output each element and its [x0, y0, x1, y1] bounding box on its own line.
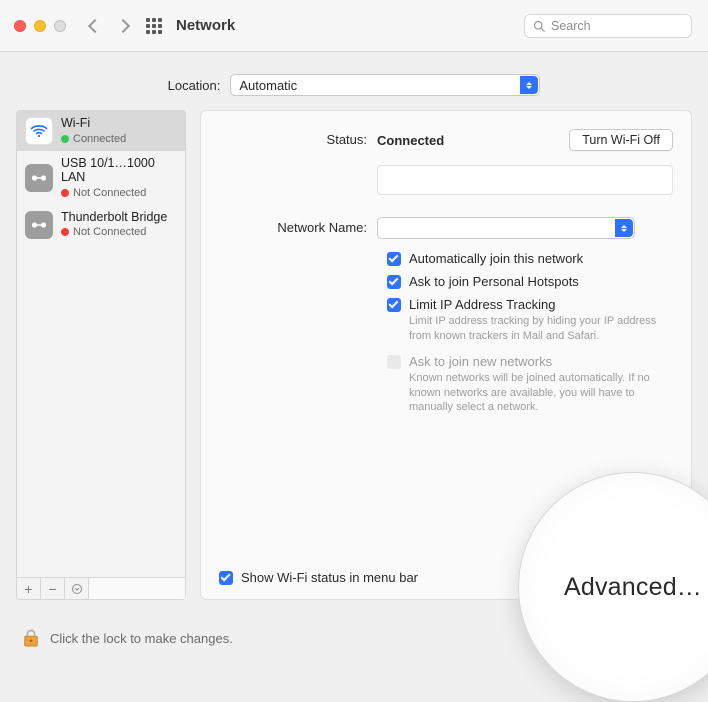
status-dot-icon: [61, 135, 69, 143]
status-label: Status:: [219, 129, 377, 147]
search-icon: [533, 20, 545, 32]
auto-join-label: Automatically join this network: [409, 251, 583, 266]
advanced-button[interactable]: Advanced…: [564, 573, 702, 602]
lock-text: Click the lock to make changes.: [50, 631, 233, 646]
limit-ip-checkbox[interactable]: [387, 298, 401, 312]
chevron-updown-icon: [520, 76, 538, 94]
status-dot-icon: [61, 228, 69, 236]
status-dot-icon: [61, 189, 69, 197]
location-select[interactable]: Automatic: [230, 74, 540, 96]
sidebar-item-label: Thunderbolt Bridge: [61, 211, 167, 225]
status-detail-box: [377, 165, 673, 195]
status-value: Connected: [377, 133, 444, 148]
back-button[interactable]: [88, 18, 102, 32]
turn-wifi-off-button[interactable]: Turn Wi-Fi Off: [569, 129, 673, 151]
location-row: Location: Automatic: [0, 52, 708, 110]
personal-hotspots-checkbox[interactable]: [387, 275, 401, 289]
zoom-window-button[interactable]: [54, 20, 66, 32]
show-status-menubar-label: Show Wi-Fi status in menu bar: [241, 570, 418, 585]
ethernet-icon: [25, 164, 53, 192]
lock-row[interactable]: Click the lock to make changes.: [22, 628, 233, 648]
show-all-icon[interactable]: [146, 18, 162, 34]
location-select-value: Automatic: [239, 78, 297, 93]
toolbar: Network Search: [0, 0, 708, 52]
sidebar-item-usb-lan[interactable]: USB 10/1…1000 LAN Not Connected: [17, 151, 185, 205]
circle-chevron-icon: [71, 583, 83, 595]
limit-ip-subtext: Limit IP address tracking by hiding your…: [219, 314, 659, 344]
sidebar-controls: + −: [16, 578, 186, 600]
sidebar-item-label: USB 10/1…1000 LAN: [61, 157, 177, 185]
nav-buttons: [90, 21, 128, 31]
search-input[interactable]: Search: [524, 14, 692, 38]
remove-interface-button[interactable]: −: [41, 578, 65, 599]
traffic-lights: [14, 20, 66, 32]
add-interface-button[interactable]: +: [17, 578, 41, 599]
ethernet-icon: [25, 211, 53, 239]
sidebar-controls-fill: [89, 578, 185, 599]
sidebar: Wi-Fi Connected USB 10/1…1000 LAN: [16, 110, 186, 600]
more-actions-button[interactable]: [65, 578, 89, 599]
interface-list: Wi-Fi Connected USB 10/1…1000 LAN: [16, 110, 186, 578]
sidebar-item-label: Wi-Fi: [61, 117, 126, 131]
sidebar-item-wifi[interactable]: Wi-Fi Connected: [17, 111, 185, 151]
personal-hotspots-label: Ask to join Personal Hotspots: [409, 274, 579, 289]
show-status-menubar-checkbox[interactable]: [219, 571, 233, 585]
location-label: Location:: [168, 78, 221, 93]
ask-new-networks-label: Ask to join new networks: [409, 354, 552, 369]
chevron-updown-icon: [615, 219, 633, 237]
ask-new-networks-subtext: Known networks will be joined automatica…: [219, 371, 659, 416]
limit-ip-label: Limit IP Address Tracking: [409, 297, 555, 312]
forward-button[interactable]: [116, 18, 130, 32]
sidebar-item-thunderbolt[interactable]: Thunderbolt Bridge Not Connected: [17, 205, 185, 245]
wifi-icon: [25, 117, 53, 145]
search-placeholder: Search: [551, 19, 591, 33]
ask-new-networks-checkbox: [387, 355, 401, 369]
sidebar-item-status: Not Connected: [73, 187, 146, 199]
network-name-label: Network Name:: [219, 217, 377, 235]
sidebar-item-status: Not Connected: [73, 226, 146, 238]
sidebar-item-status: Connected: [73, 133, 126, 145]
network-name-select[interactable]: [377, 217, 635, 239]
auto-join-checkbox[interactable]: [387, 252, 401, 266]
lock-icon: [22, 628, 40, 648]
minimize-window-button[interactable]: [34, 20, 46, 32]
window-title: Network: [176, 17, 235, 34]
close-window-button[interactable]: [14, 20, 26, 32]
